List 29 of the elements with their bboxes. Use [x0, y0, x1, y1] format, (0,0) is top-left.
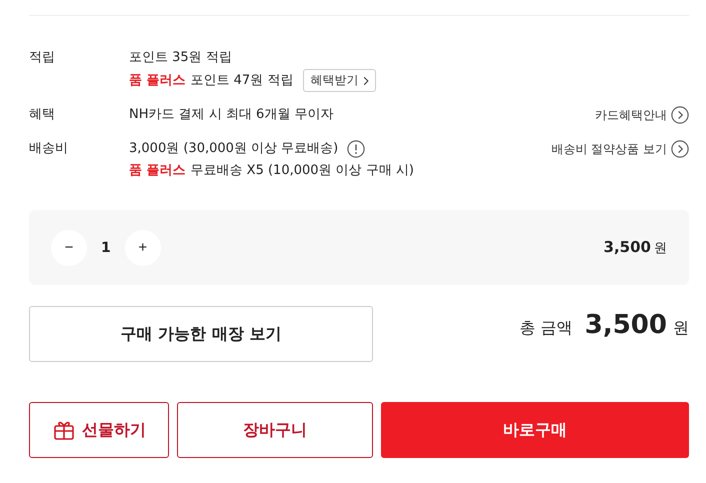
item-price: 3,500: [604, 238, 651, 256]
cart-button[interactable]: 장바구니: [177, 402, 373, 458]
info-text: 무료배송 X5 (10,000원 이상 구매 시): [190, 162, 414, 180]
info-text: 포인트 35원 적립: [129, 49, 232, 67]
benefit-button[interactable]: 혜택받기: [303, 69, 376, 92]
total-unit: 원: [673, 318, 689, 339]
circled-chevron-icon: [671, 140, 689, 158]
total-label: 총 금액: [520, 318, 573, 339]
plus-button[interactable]: +: [124, 230, 161, 266]
info-label: 배송비: [29, 140, 69, 158]
minus-button[interactable]: −: [51, 230, 87, 266]
info-link[interactable]: 배송비 절약상품 보기: [551, 138, 689, 160]
plus-label: 품 플러스: [129, 162, 186, 180]
info-text: 포인트 47원 적립: [190, 72, 294, 90]
total-amount: 3,500: [584, 310, 667, 340]
plus-label: 품 플러스: [129, 72, 186, 90]
chevron-right-icon: [363, 76, 370, 86]
info-label: 혜택: [29, 106, 56, 124]
info-text: 3,000원 (30,000원 이상 무료배송): [129, 140, 338, 158]
buy-button[interactable]: 바로구매: [381, 402, 689, 458]
store-button[interactable]: 구매 가능한 매장 보기: [29, 306, 373, 362]
gift-button[interactable]: 선물하기: [29, 402, 169, 458]
price-unit: 원: [654, 240, 667, 257]
info-text: NH카드 결제 시 최대 6개월 무이자: [129, 106, 334, 124]
info-link[interactable]: 카드혜택안내: [595, 104, 689, 126]
info-label: 적립: [29, 49, 56, 67]
info-icon[interactable]: [347, 140, 366, 158]
quantity-value: 1: [101, 240, 111, 256]
circled-chevron-icon: [671, 106, 689, 124]
